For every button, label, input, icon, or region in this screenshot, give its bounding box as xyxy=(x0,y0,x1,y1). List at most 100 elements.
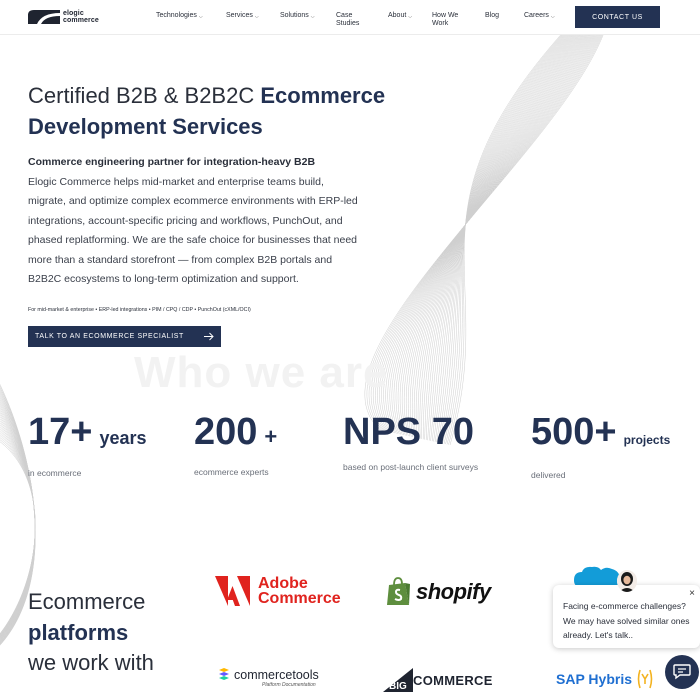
commercetools-icon xyxy=(219,668,229,680)
wave-line xyxy=(449,35,562,446)
bigcommerce-prefix-text: BIG xyxy=(389,681,407,692)
stat-experts-value: 200 xyxy=(194,411,258,453)
stat-nps: NPS 70 based on post-launch client surve… xyxy=(343,412,483,475)
nav-about-label: About xyxy=(388,12,407,19)
stat-projects-unit: projects xyxy=(623,433,671,447)
wave-line xyxy=(436,35,570,443)
bigcommerce-wordmark: COMMERCE xyxy=(413,672,493,688)
stat-years-label: in ecommerce xyxy=(28,468,82,478)
wave-line xyxy=(431,35,572,442)
commercetools-logo[interactable]: commercetools Platform Documentation xyxy=(218,668,319,688)
chevron-down-icon: ⌵ xyxy=(550,14,555,20)
who-we-are-heading: Who we are xyxy=(134,348,389,397)
wave-line xyxy=(427,35,575,441)
wave-line xyxy=(428,35,574,441)
wave-line xyxy=(442,35,566,444)
stat-experts: 200 + ecommerce experts xyxy=(194,412,277,480)
platforms-heading: Ecommerce platforms we work with xyxy=(28,587,154,679)
hero-subtitle: Commerce engineering partner for integra… xyxy=(28,156,316,168)
wave-line xyxy=(440,35,567,444)
chevron-down-icon: ⌵ xyxy=(198,14,203,20)
shopify-bag-icon xyxy=(387,577,410,605)
stat-experts-value-row: 200 + xyxy=(194,412,277,457)
adobe-line-2: Commerce xyxy=(258,590,341,607)
site-header: elogic commerce Technologies ⌵ Services … xyxy=(0,0,700,35)
hero-title-plain: Certified B2B & B2B2C xyxy=(28,83,261,108)
wave-line xyxy=(434,35,570,442)
chat-popup[interactable]: × Facing e-commerce challenges? We may h… xyxy=(553,585,700,648)
wave-line xyxy=(445,35,564,445)
wave-line xyxy=(439,35,568,443)
wave-line xyxy=(425,35,576,440)
stat-experts-label: ecommerce experts xyxy=(194,467,269,477)
cta-label: TALK TO AN ECOMMERCE SPECIALIST xyxy=(35,333,184,340)
nav-how-we-work-line-2: Work xyxy=(432,20,449,27)
platforms-heading-line-1: Ecommerce xyxy=(28,589,146,614)
nav-case-studies[interactable]: Case Studies xyxy=(336,12,359,28)
person-avatar-icon xyxy=(617,570,637,592)
nav-technologies[interactable]: Technologies ⌵ xyxy=(156,12,203,21)
stat-years: 17+ years in ecommerce xyxy=(28,412,147,481)
stat-projects-value: 500+ xyxy=(531,411,617,453)
hero-title: Certified B2B & B2B2C Ecommerce Developm… xyxy=(28,80,448,142)
wave-line xyxy=(443,35,565,444)
adobe-icon xyxy=(215,576,250,606)
nav-services[interactable]: Services ⌵ xyxy=(226,12,259,21)
bigcommerce-logo[interactable]: BIG COMMERCE xyxy=(383,668,493,692)
nav-case-studies-line-1: Case xyxy=(336,12,353,19)
commercetools-subtitle: Platform Documentation xyxy=(262,682,316,688)
sap-hybris-logo[interactable]: SAP Hybris xyxy=(556,669,653,689)
nav-how-we-work-line-1: How We xyxy=(432,12,459,19)
stat-projects-value-row: 500+ projects xyxy=(531,412,670,460)
chevron-down-icon: ⌵ xyxy=(310,14,315,20)
platforms-heading-line-3: we work with xyxy=(28,650,154,675)
stat-years-value: 17+ xyxy=(28,411,93,453)
stat-years-value-row: 17+ years xyxy=(28,412,147,458)
nav-careers[interactable]: Careers ⌵ xyxy=(524,12,555,21)
arrow-right-icon xyxy=(204,332,214,341)
chat-launcher-button[interactable] xyxy=(665,655,699,689)
nav-solutions[interactable]: Solutions ⌵ xyxy=(280,12,315,21)
stat-nps-value: NPS 70 xyxy=(343,411,474,453)
chat-agent-avatar xyxy=(617,570,637,592)
chat-bubble-icon xyxy=(673,664,691,680)
hybris-icon xyxy=(637,669,653,689)
wave-line xyxy=(437,35,569,443)
bigcommerce-icon: BIG xyxy=(383,668,413,692)
nav-blog[interactable]: Blog xyxy=(485,12,499,20)
shopify-wordmark: shopify xyxy=(416,579,491,604)
salesforce-logo[interactable] xyxy=(574,566,620,586)
stat-years-unit: years xyxy=(99,428,147,448)
stat-nps-value-row: NPS 70 xyxy=(343,412,483,452)
wave-line xyxy=(448,35,562,445)
wave-line xyxy=(430,35,573,441)
wave-line xyxy=(446,35,563,445)
nav-blog-label: Blog xyxy=(485,12,500,19)
hero-tags: For mid-market & enterprise • ERP-led in… xyxy=(28,307,251,313)
sap-hybris-wordmark: SAP Hybris xyxy=(556,671,632,687)
nav-case-studies-line-2: Studies xyxy=(336,20,360,27)
platforms-heading-line-2: platforms xyxy=(28,619,129,645)
hero-description: Elogic Commerce helps mid-market and ent… xyxy=(28,176,358,286)
commercetools-wordmark: commercetools xyxy=(234,668,319,682)
stat-experts-unit: + xyxy=(264,424,278,449)
chat-message: Facing e-commerce challenges? We may hav… xyxy=(563,601,690,640)
talk-to-specialist-button[interactable]: TALK TO AN ECOMMERCE SPECIALIST xyxy=(28,326,221,347)
contact-us-button[interactable]: CONTACT US xyxy=(575,6,660,28)
commercetools-row: commercetools xyxy=(218,668,319,682)
nav-technologies-label: Technologies xyxy=(156,12,197,19)
nav-services-label: Services xyxy=(226,12,253,19)
nav-about[interactable]: About ⌵ xyxy=(388,12,412,21)
shopify-logo[interactable]: shopify xyxy=(386,577,491,607)
nav-solutions-label: Solutions xyxy=(280,12,309,19)
stat-projects: 500+ projects delivered xyxy=(531,412,670,483)
chevron-down-icon: ⌵ xyxy=(254,14,259,20)
stat-projects-label: delivered xyxy=(531,470,566,480)
nav-careers-label: Careers xyxy=(524,12,549,19)
nav-how-we-work[interactable]: How We Work xyxy=(432,12,458,28)
chevron-down-icon: ⌵ xyxy=(408,14,413,20)
wave-line xyxy=(433,35,571,442)
adobe-wordmark: Adobe Commerce xyxy=(258,576,341,607)
adobe-commerce-logo[interactable]: Adobe Commerce xyxy=(215,576,341,607)
close-icon[interactable]: × xyxy=(689,588,695,599)
